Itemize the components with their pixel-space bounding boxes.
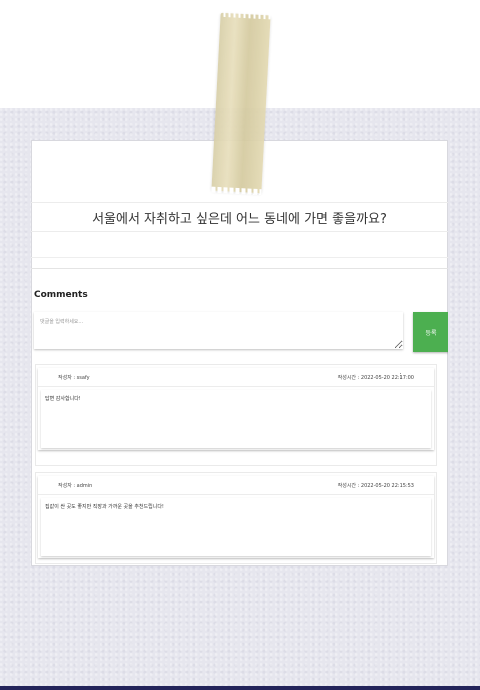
comment-time: 작성시간 : 2022-05-20 22:15:53 [337, 483, 414, 489]
comment-writer: 작성자 : admin [58, 483, 93, 489]
post-content-row [31, 243, 448, 258]
divider [31, 266, 448, 269]
comment-header: 작성자 : admin 작성시간 : 2022-05-20 22:15:53 [38, 476, 434, 495]
more-vertical-icon[interactable]: ⋮ [397, 373, 404, 380]
comments-heading: Comments [34, 290, 88, 300]
comment-body: 답변 감사합니다! [41, 390, 431, 448]
post-title-bar: 서울에서 자취하고 싶은데 어느 동네에 가면 좋을까요? [31, 202, 448, 232]
comment-input[interactable] [34, 312, 403, 349]
comment-card: 작성자 : ssafy 작성시간 : 2022-05-20 22:17:00 ⋮… [38, 368, 434, 450]
screenshot-photo: 서울에서 자취하고 싶은데 어느 동네에 가면 좋을까요? Comments 등… [31, 140, 448, 566]
comment-card: 작성자 : admin 작성시간 : 2022-05-20 22:15:53 집… [38, 476, 434, 558]
masking-tape [211, 12, 271, 194]
comment-submit-button[interactable]: 등록 [413, 312, 448, 352]
comment-writer: 작성자 : ssafy [58, 375, 90, 381]
comment-header: 작성자 : ssafy 작성시간 : 2022-05-20 22:17:00 ⋮ [38, 368, 434, 387]
post-title: 서울에서 자취하고 싶은데 어느 동네에 가면 좋을까요? [92, 211, 387, 227]
frame-bottom-edge [0, 686, 480, 690]
comment-body: 집값이 싼 곳도 좋지만 직장과 가까운 곳을 추천드립니다! [41, 498, 431, 556]
